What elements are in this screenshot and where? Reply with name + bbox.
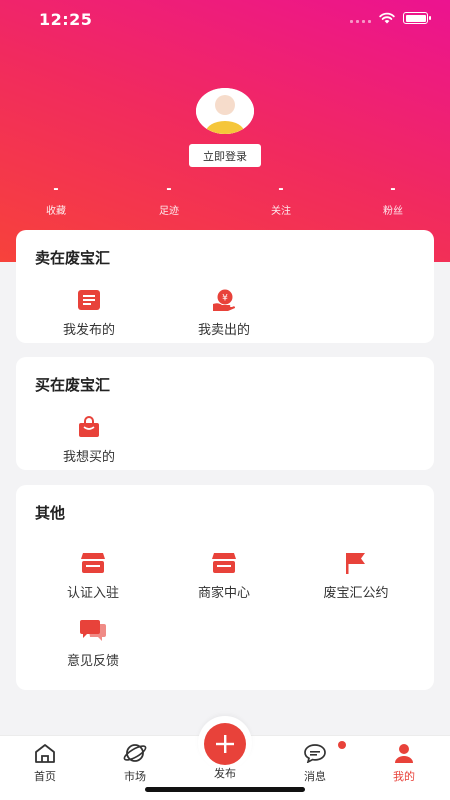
wifi-icon — [379, 12, 395, 24]
stat-label: 收藏 — [46, 206, 66, 217]
store-icon — [81, 553, 105, 573]
buy-section-card: 买在废宝汇 我想买的 — [16, 357, 434, 470]
item-label: 认证入驻 — [66, 586, 119, 601]
stat-label: 足迹 — [159, 206, 179, 217]
feedback-button[interactable]: 意见反馈 — [38, 619, 148, 669]
stat-footprints[interactable]: - 足迹 — [124, 182, 214, 217]
plus-icon — [216, 735, 234, 753]
stat-following[interactable]: - 关注 — [236, 182, 326, 217]
item-label: 我想买的 — [62, 450, 115, 465]
item-label: 废宝汇公约 — [323, 586, 389, 601]
svg-text:¥: ¥ — [222, 294, 228, 304]
item-label: 我卖出的 — [197, 323, 250, 338]
sell-section-card: 卖在废宝汇 我发布的 ¥ 我卖出的 — [16, 230, 434, 343]
tab-mine[interactable]: 我的 — [369, 742, 439, 784]
user-avatar-icon — [196, 88, 254, 134]
message-badge-dot — [338, 741, 346, 749]
tab-market[interactable]: 市场 — [100, 742, 170, 784]
tab-label: 我的 — [393, 770, 415, 783]
list-board-icon — [78, 290, 100, 310]
stat-value: - — [390, 182, 396, 197]
item-label: 意见反馈 — [66, 654, 119, 669]
signal-icon — [350, 13, 371, 23]
tab-publish-label: 发布 — [214, 767, 236, 780]
stat-fans[interactable]: - 粉丝 — [348, 182, 438, 217]
tab-label: 首页 — [34, 770, 56, 783]
tab-label: 市场 — [124, 770, 146, 783]
user-icon — [395, 744, 413, 763]
stat-value: - — [278, 182, 284, 197]
certification-button[interactable]: 认证入驻 — [38, 551, 148, 601]
stats-row: - 收藏 - 足迹 - 关注 - 粉丝 — [0, 182, 450, 224]
home-icon — [35, 744, 55, 763]
tab-label: 消息 — [304, 770, 326, 783]
status-time: 12:25 — [39, 10, 93, 29]
chat-bubbles-icon — [80, 620, 106, 641]
flag-icon — [346, 553, 365, 574]
other-section-card: 其他 认证入驻 商家中心 废宝汇公约 意见反馈 — [16, 485, 434, 690]
avatar[interactable] — [196, 88, 254, 134]
my-published-button[interactable]: 我发布的 — [34, 288, 144, 338]
item-label: 商家中心 — [197, 586, 250, 601]
publish-button[interactable] — [204, 723, 246, 765]
login-button[interactable]: 立即登录 — [189, 144, 261, 167]
stat-value: - — [166, 182, 172, 197]
money-hand-icon: ¥ — [213, 289, 235, 311]
home-indicator — [145, 787, 305, 792]
chat-icon — [304, 744, 326, 763]
section-title: 卖在废宝汇 — [35, 249, 111, 267]
stat-favorites[interactable]: - 收藏 — [11, 182, 101, 217]
store-icon — [212, 553, 236, 573]
planet-icon — [123, 744, 147, 762]
stat-label: 关注 — [271, 206, 291, 217]
shopping-bag-icon — [79, 416, 99, 437]
stat-value: - — [53, 182, 59, 197]
status-bar: 12:25 — [0, 0, 450, 40]
section-title: 其他 — [35, 504, 66, 522]
stat-label: 粉丝 — [383, 206, 403, 217]
merchant-center-button[interactable]: 商家中心 — [169, 551, 279, 601]
section-title: 买在废宝汇 — [35, 376, 111, 394]
convention-button[interactable]: 废宝汇公约 — [301, 551, 411, 601]
my-sold-button[interactable]: ¥ 我卖出的 — [169, 288, 279, 338]
item-label: 我发布的 — [62, 323, 115, 338]
my-wanted-button[interactable]: 我想买的 — [34, 415, 144, 465]
battery-icon — [403, 12, 431, 24]
tab-home[interactable]: 首页 — [10, 742, 80, 784]
status-icons — [350, 12, 431, 24]
